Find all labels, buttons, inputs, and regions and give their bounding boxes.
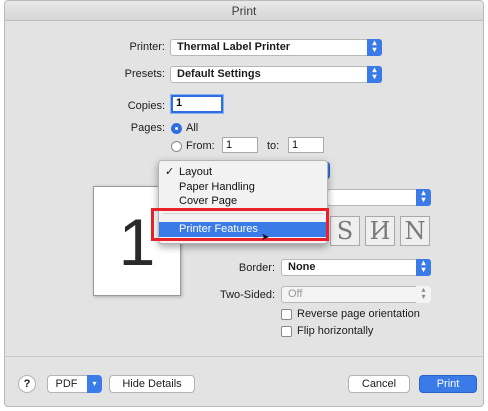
footer-divider bbox=[5, 356, 483, 357]
layout-direction-s-icon[interactable]: S bbox=[330, 216, 360, 246]
chevron-down-icon: ▾ bbox=[87, 375, 102, 393]
presets-label: Presets: bbox=[124, 68, 165, 80]
border-label: Border: bbox=[238, 262, 275, 274]
two-sided-label: Two-Sided: bbox=[219, 289, 275, 301]
reverse-orientation-label: Reverse page orientation bbox=[297, 308, 420, 320]
pages-all-label: All bbox=[186, 122, 199, 134]
pages-all-radio[interactable] bbox=[171, 123, 182, 134]
pages-to-label: to: bbox=[267, 140, 280, 152]
layout-direction-n-icon[interactable]: N bbox=[400, 216, 430, 246]
pages-label: Pages: bbox=[130, 122, 165, 134]
flip-horizontally-checkbox[interactable] bbox=[281, 326, 292, 337]
copies-field[interactable]: 1 bbox=[171, 95, 223, 113]
pdf-label: PDF bbox=[55, 378, 78, 390]
pages-from-label: From: bbox=[186, 140, 215, 152]
presets-value: Default Settings bbox=[177, 68, 261, 80]
pages-to-field[interactable]: 1 bbox=[288, 137, 324, 153]
mouse-cursor-icon: ➤ bbox=[261, 232, 270, 243]
chevron-up-down-icon: ▴ ▾ bbox=[367, 39, 382, 56]
printer-value: Thermal Label Printer bbox=[177, 41, 291, 53]
chevron-up-down-icon: ▴ ▾ bbox=[416, 259, 431, 276]
menu-item-label: Cover Page bbox=[179, 195, 238, 207]
border-value: None bbox=[288, 261, 316, 273]
print-dialog: Print Printer: Thermal Label Printer ▴ ▾ … bbox=[4, 0, 484, 407]
cancel-button[interactable]: Cancel bbox=[348, 375, 410, 393]
annotation-highlight-box bbox=[151, 208, 329, 241]
hide-details-button[interactable]: Hide Details bbox=[109, 375, 195, 393]
menu-item-label: Paper Handling bbox=[179, 181, 255, 193]
two-sided-value: Off bbox=[288, 288, 303, 300]
chevron-up-down-icon: ▴ ▾ bbox=[416, 286, 431, 303]
pages-from-radio[interactable] bbox=[171, 141, 182, 152]
menu-item-layout[interactable]: ✓ Layout bbox=[159, 166, 327, 179]
printer-select[interactable]: Thermal Label Printer ▴ ▾ bbox=[170, 39, 382, 56]
window-title: Print bbox=[5, 1, 483, 21]
two-sided-select[interactable]: Off ▴ ▾ bbox=[281, 286, 431, 303]
checkmark-icon: ✓ bbox=[165, 166, 175, 178]
pages-from-field[interactable]: 1 bbox=[222, 137, 258, 153]
border-select[interactable]: None ▴ ▾ bbox=[281, 259, 431, 276]
flip-horizontally-label: Flip horizontally bbox=[297, 325, 374, 337]
print-button[interactable]: Print bbox=[419, 375, 477, 393]
help-button[interactable]: ? bbox=[18, 375, 36, 393]
chevron-up-down-icon: ▴ ▾ bbox=[416, 189, 431, 206]
layout-direction-select[interactable]: ▴ ▾ bbox=[327, 189, 431, 206]
menu-item-label: Layout bbox=[179, 166, 213, 178]
reverse-orientation-checkbox[interactable] bbox=[281, 309, 292, 320]
pdf-button[interactable]: PDF ▾ bbox=[47, 375, 102, 393]
copies-label: Copies: bbox=[127, 100, 165, 112]
menu-item-cover-page[interactable]: Cover Page bbox=[159, 195, 327, 208]
presets-select[interactable]: Default Settings ▴ ▾ bbox=[170, 66, 382, 83]
printer-label: Printer: bbox=[129, 41, 165, 53]
chevron-up-down-icon: ▴ ▾ bbox=[367, 66, 382, 83]
menu-item-paper-handling[interactable]: Paper Handling bbox=[159, 181, 327, 194]
layout-direction-reverse-n-icon[interactable]: И bbox=[365, 216, 395, 246]
